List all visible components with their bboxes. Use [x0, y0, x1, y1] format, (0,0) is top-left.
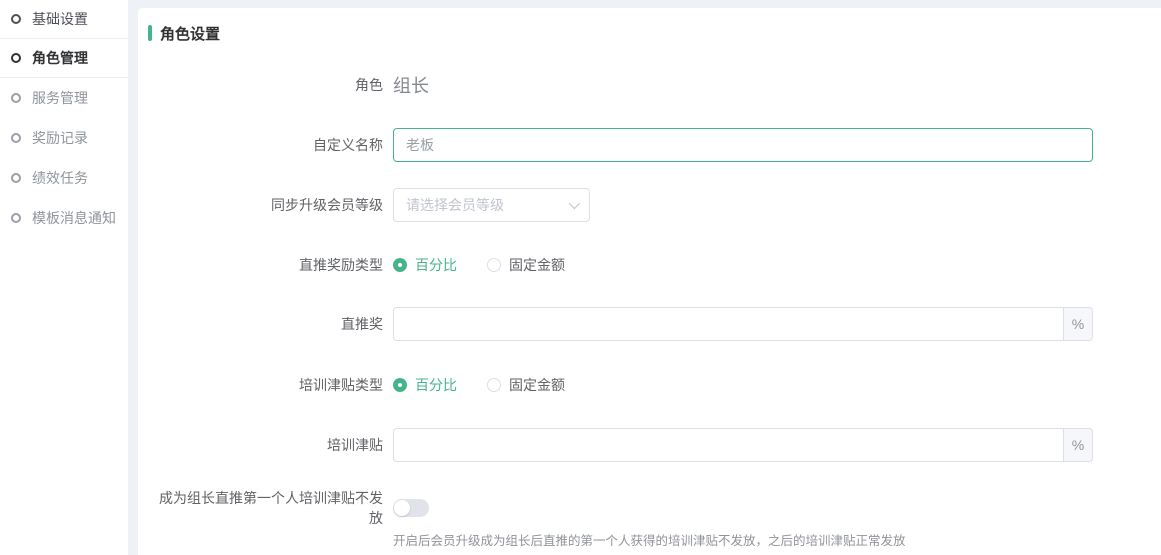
app-layout: 基础设置 角色管理 服务管理 奖励记录 绩效任务 模板消息通知 角色设置 [0, 0, 1161, 555]
sidebar-item-label: 模板消息通知 [32, 208, 116, 228]
radio-selected-icon [393, 378, 407, 392]
circle-icon [11, 133, 21, 143]
sidebar-item-label: 基础设置 [32, 9, 88, 29]
training-allowance-type-radio-group: 百分比 固定金额 [393, 375, 595, 395]
form-row-role: 角色 组长 [148, 72, 1161, 97]
circle-icon [11, 213, 21, 223]
form-row-direct-reward: 直推奖 % [148, 307, 1161, 341]
toggle-knob [394, 500, 410, 516]
first-person-toggle-switch[interactable] [393, 499, 429, 517]
radio-unselected-icon [487, 378, 501, 392]
form-row-training-allowance-type: 培训津贴类型 百分比 固定金额 [148, 376, 1161, 394]
training-allowance-input-group: % [393, 428, 1093, 462]
percent-suffix: % [1063, 307, 1093, 341]
form-row-hint: 开启后会员升级成为组长后直推的第一个人获得的培训津贴不发放，之后的培训津贴正常发… [148, 530, 1161, 549]
sidebar-item-role-management[interactable]: 角色管理 [0, 39, 128, 78]
radio-label: 百分比 [415, 255, 457, 275]
sidebar-item-label: 角色管理 [32, 48, 88, 68]
radio-percentage[interactable]: 百分比 [393, 255, 457, 275]
direct-reward-label: 直推奖 [148, 314, 383, 334]
direct-reward-type-label: 直推奖励类型 [148, 255, 383, 275]
form-row-sync-level: 同步升级会员等级 请选择会员等级 [148, 188, 1161, 222]
training-allowance-type-label: 培训津贴类型 [148, 375, 383, 395]
direct-reward-input-group: % [393, 307, 1093, 341]
sidebar-item-label: 奖励记录 [32, 128, 88, 148]
sidebar-item-basic-settings[interactable]: 基础设置 [0, 0, 128, 39]
circle-icon [11, 53, 21, 63]
circle-icon [11, 93, 21, 103]
radio-label: 百分比 [415, 375, 457, 395]
select-placeholder: 请选择会员等级 [406, 195, 504, 215]
sidebar-item-reward-records[interactable]: 奖励记录 [0, 118, 128, 158]
form-row-first-person-toggle: 成为组长直推第一个人培训津贴不发放 [148, 498, 1161, 518]
form-row-custom-name: 自定义名称 [148, 128, 1161, 162]
role-label: 角色 [148, 75, 383, 95]
role-value: 组长 [393, 72, 429, 98]
title-accent-bar [148, 25, 152, 41]
toggle-hint-text: 开启后会员升级成为组长后直推的第一个人获得的培训津贴不发放，之后的培训津贴正常发… [393, 530, 906, 549]
chevron-down-icon [569, 198, 580, 209]
sidebar-item-performance-tasks[interactable]: 绩效任务 [0, 158, 128, 198]
section-title: 角色设置 [148, 22, 1161, 44]
circle-icon [11, 14, 21, 24]
custom-name-input[interactable] [393, 128, 1093, 162]
radio-unselected-icon [487, 258, 501, 272]
percent-suffix: % [1063, 428, 1093, 462]
member-level-select[interactable]: 请选择会员等级 [393, 188, 590, 222]
form-row-training-allowance: 培训津贴 % [148, 428, 1161, 462]
training-allowance-label: 培训津贴 [148, 435, 383, 455]
training-allowance-input[interactable] [393, 428, 1063, 462]
radio-label: 固定金额 [509, 375, 565, 395]
direct-reward-type-radio-group: 百分比 固定金额 [393, 255, 595, 275]
radio-selected-icon [393, 258, 407, 272]
sync-level-label: 同步升级会员等级 [148, 195, 383, 215]
radio-percentage[interactable]: 百分比 [393, 375, 457, 395]
sidebar-item-service-management[interactable]: 服务管理 [0, 78, 128, 118]
radio-fixed-amount[interactable]: 固定金额 [487, 255, 565, 275]
radio-label: 固定金额 [509, 255, 565, 275]
custom-name-label: 自定义名称 [148, 135, 383, 155]
sidebar-item-label: 服务管理 [32, 88, 88, 108]
circle-icon [11, 173, 21, 183]
sidebar: 基础设置 角色管理 服务管理 奖励记录 绩效任务 模板消息通知 [0, 0, 128, 555]
form-row-direct-reward-type: 直推奖励类型 百分比 固定金额 [148, 256, 1161, 274]
direct-reward-input[interactable] [393, 307, 1063, 341]
sidebar-item-label: 绩效任务 [32, 168, 88, 188]
main-content-card: 角色设置 角色 组长 自定义名称 同步升级会员等级 请选择会员等级 直推奖励类型 [138, 8, 1161, 555]
sidebar-item-template-message-notice[interactable]: 模板消息通知 [0, 198, 128, 238]
radio-fixed-amount[interactable]: 固定金额 [487, 375, 565, 395]
first-person-toggle-label: 成为组长直推第一个人培训津贴不发放 [148, 488, 383, 528]
page-title: 角色设置 [160, 23, 220, 44]
